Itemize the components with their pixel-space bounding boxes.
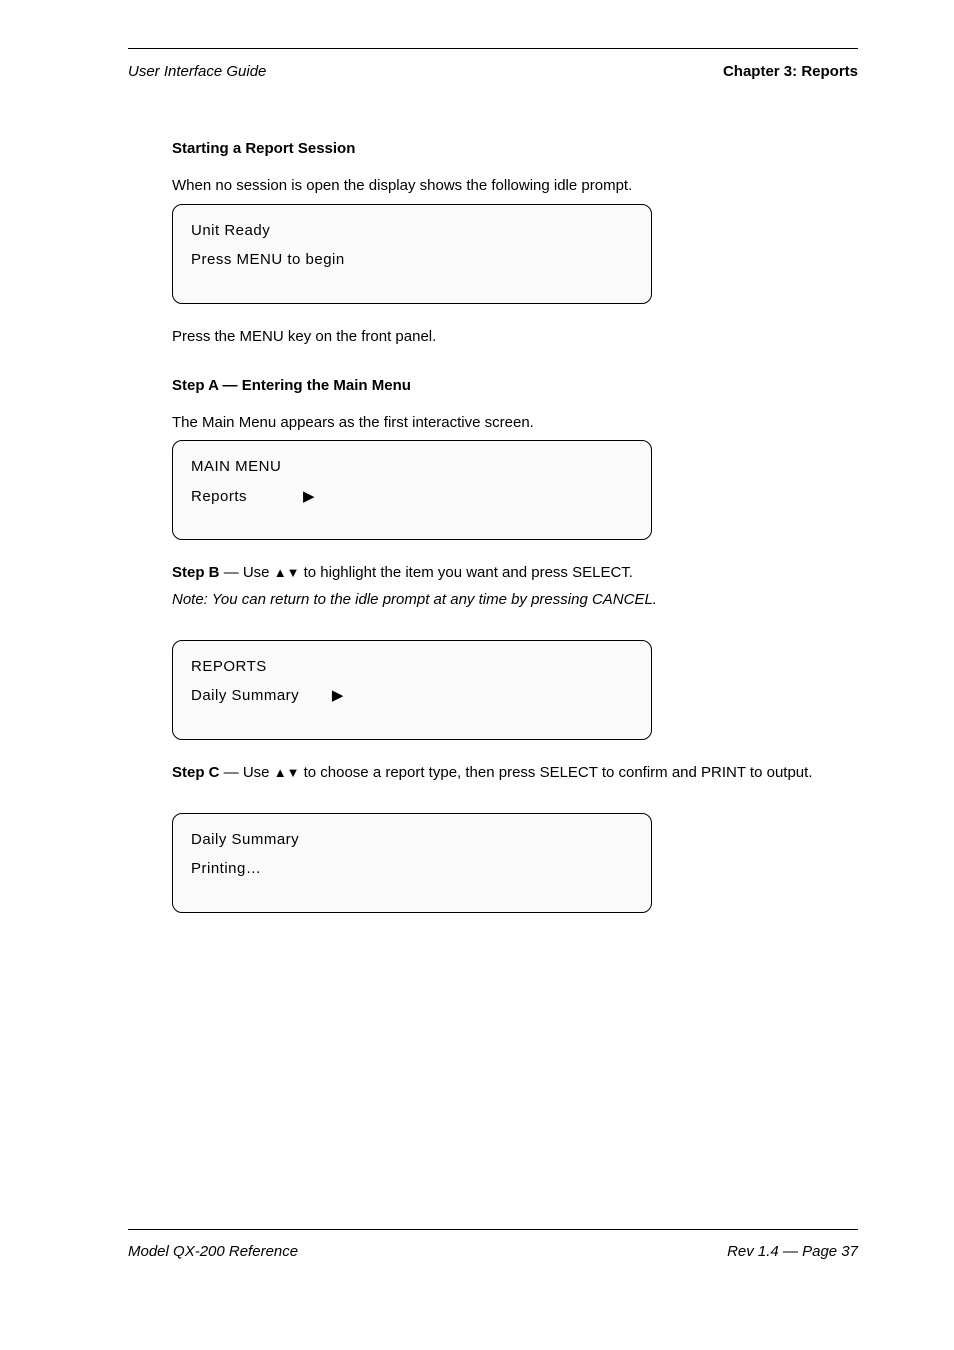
lcd-screen-mainmenu: MAIN MENU Reports ▶ <box>172 440 652 540</box>
lcd-line1: Daily Summary <box>191 828 633 851</box>
top-rule <box>128 48 858 49</box>
up-down-icon: ▲▼ <box>274 765 300 780</box>
after-text: Press the MENU key on the front panel. <box>172 328 858 347</box>
lcd-line2: Daily Summary ▶ <box>191 684 633 707</box>
section-reports: REPORTS Daily Summary ▶ Step C — Use ▲▼ … <box>128 640 858 783</box>
footer-left: Model QX-200 Reference <box>128 1243 298 1260</box>
step-tail: to highlight the item you want and press… <box>299 564 633 581</box>
header-left: User Interface Guide <box>128 63 266 80</box>
section-title: Step A — Entering the Main Menu <box>172 377 858 394</box>
step-label: Step C <box>172 764 220 781</box>
lcd-screen-idle: Unit Ready Press MENU to begin <box>172 204 652 304</box>
bottom-rule <box>128 1229 858 1230</box>
section-printing: Daily Summary Printing… <box>128 813 858 913</box>
lcd-line1: MAIN MENU <box>191 455 633 478</box>
lcd-line2: Printing… <box>191 857 633 880</box>
intro-text: When no session is open the display show… <box>172 177 858 196</box>
lcd-screen-printing: Daily Summary Printing… <box>172 813 652 913</box>
step-mid: — Use <box>220 564 274 581</box>
lcd-screen-reports: REPORTS Daily Summary ▶ <box>172 640 652 740</box>
step-mid: — Use <box>220 764 274 781</box>
note-text: Note: You can return to the idle prompt … <box>172 591 858 610</box>
step-c-text: Step C — Use ▲▼ to choose a report type,… <box>172 764 858 783</box>
lcd-line1: REPORTS <box>191 655 633 678</box>
header-right: Chapter 3: Reports <box>723 63 858 80</box>
section-title: Starting a Report Session <box>172 140 858 157</box>
lcd-line2: Reports ▶ <box>191 485 633 508</box>
step-label: Step B <box>172 564 220 581</box>
lcd-line2: Press MENU to begin <box>191 248 633 271</box>
page-footer: Model QX-200 Reference Rev 1.4 — Page 37 <box>128 1243 858 1260</box>
section-starting: Starting a Report Session When no sessio… <box>128 140 858 347</box>
page-header: User Interface Guide Chapter 3: Reports <box>128 63 858 80</box>
intro-text: The Main Menu appears as the first inter… <box>172 414 858 433</box>
footer-right: Rev 1.4 — Page 37 <box>727 1243 858 1260</box>
lcd-line1: Unit Ready <box>191 219 633 242</box>
section-step-a: Step A — Entering the Main Menu The Main… <box>128 377 858 610</box>
step-b-text: Step B — Use ▲▼ to highlight the item yo… <box>172 564 858 583</box>
step-tail: to choose a report type, then press SELE… <box>299 764 812 781</box>
up-down-icon: ▲▼ <box>274 565 300 580</box>
